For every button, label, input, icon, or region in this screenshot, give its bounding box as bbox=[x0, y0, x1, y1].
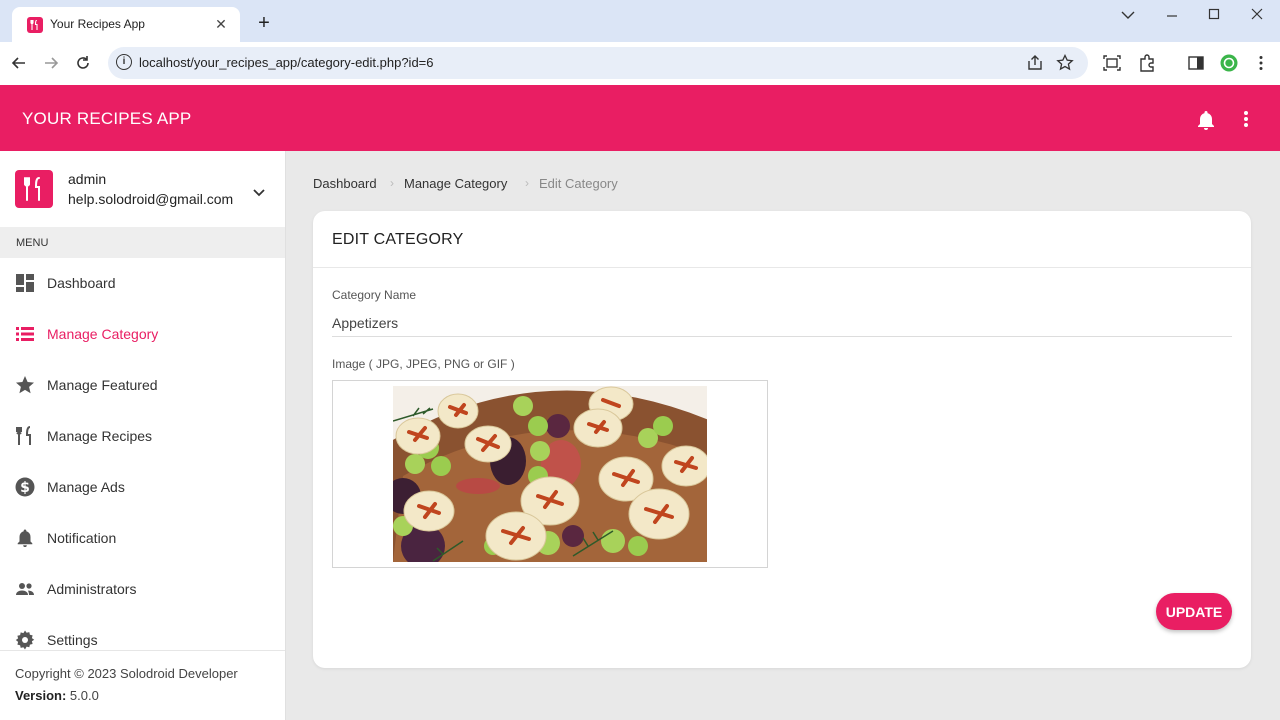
side-panel-icon[interactable] bbox=[1187, 54, 1205, 72]
sidebar-item-label: Manage Recipes bbox=[47, 428, 153, 444]
user-info: admin help.solodroid@gmail.com bbox=[0, 151, 285, 227]
back-arrow-icon[interactable] bbox=[8, 52, 30, 74]
bookmark-star-icon[interactable] bbox=[1056, 53, 1074, 72]
site-info-icon[interactable]: i bbox=[116, 54, 132, 70]
fork-knife-icon bbox=[15, 426, 35, 446]
sidebar-footer: Copyright © 2023 Solodroid Developer Ver… bbox=[0, 650, 285, 720]
sidebar-item-administrators[interactable]: Administrators bbox=[0, 564, 285, 615]
sidebar-item-manage-featured[interactable]: Manage Featured bbox=[0, 360, 285, 411]
sidebar-item-label: Settings bbox=[47, 632, 98, 648]
image-upload-field[interactable] bbox=[332, 380, 768, 568]
browser-tab[interactable]: Your Recipes App ✕ bbox=[12, 7, 240, 42]
sidebar-item-notification[interactable]: Notification bbox=[0, 513, 285, 564]
people-icon bbox=[15, 579, 35, 599]
update-button[interactable]: UPDATE bbox=[1156, 593, 1232, 630]
app-header: YOUR RECIPES APP bbox=[0, 85, 1280, 151]
app-favicon-icon bbox=[27, 17, 43, 33]
sidebar-item-label: Dashboard bbox=[47, 275, 116, 291]
bell-icon bbox=[15, 528, 35, 548]
avatar bbox=[15, 170, 53, 208]
chevron-down-icon[interactable] bbox=[252, 185, 266, 197]
share-icon[interactable] bbox=[1026, 54, 1044, 72]
sidebar-item-label: Manage Category bbox=[47, 326, 159, 342]
star-icon bbox=[15, 375, 35, 395]
address-url[interactable]: localhost/your_recipes_app/category-edit… bbox=[139, 55, 434, 70]
more-vertical-icon[interactable] bbox=[1238, 109, 1254, 129]
category-name-label: Category Name bbox=[332, 288, 417, 302]
sidebar-item-manage-ads[interactable]: $ Manage Ads bbox=[0, 462, 285, 513]
minimize-icon[interactable] bbox=[1160, 6, 1184, 24]
browser-tabstrip: Your Recipes App ✕ + bbox=[0, 0, 1280, 42]
browser-menu-icon[interactable] bbox=[1252, 54, 1270, 72]
sidebar-item-label: Manage Ads bbox=[47, 479, 125, 495]
version-value: 5.0.0 bbox=[69, 688, 99, 703]
reload-icon[interactable] bbox=[72, 52, 94, 74]
sidebar-item-label: Administrators bbox=[47, 581, 137, 597]
screenshot-icon[interactable] bbox=[1103, 54, 1121, 72]
category-name-input[interactable] bbox=[332, 309, 1232, 337]
svg-text:$: $ bbox=[20, 480, 30, 496]
sidebar-item-manage-category[interactable]: Manage Category bbox=[0, 309, 285, 360]
address-bar[interactable]: i localhost/your_recipes_app/category-ed… bbox=[108, 47, 1088, 79]
version-label: Version: bbox=[15, 688, 67, 703]
browser-toolbar: i localhost/your_recipes_app/category-ed… bbox=[0, 42, 1280, 85]
dollar-icon: $ bbox=[15, 477, 35, 497]
app-title[interactable]: YOUR RECIPES APP bbox=[22, 109, 191, 129]
sidebar-item-label: Notification bbox=[47, 530, 117, 546]
breadcrumb-edit-category: Edit Category bbox=[539, 176, 618, 191]
sidebar-item-manage-recipes[interactable]: Manage Recipes bbox=[0, 411, 285, 462]
category-image bbox=[393, 386, 707, 562]
tab-title: Your Recipes App bbox=[50, 17, 145, 31]
image-label: Image ( JPG, JPEG, PNG or GIF ) bbox=[332, 357, 515, 371]
menu-header: MENU bbox=[0, 227, 285, 258]
maximize-icon[interactable] bbox=[1202, 6, 1226, 24]
close-window-icon[interactable] bbox=[1245, 6, 1269, 24]
card-header: EDIT CATEGORY bbox=[313, 211, 1251, 268]
forward-arrow-icon[interactable] bbox=[40, 52, 62, 74]
dashboard-icon bbox=[15, 273, 35, 293]
extensions-icon[interactable] bbox=[1138, 54, 1156, 72]
user-name: admin bbox=[68, 171, 107, 187]
chevron-down-icon[interactable] bbox=[1116, 6, 1140, 24]
user-email: help.solodroid@gmail.com bbox=[68, 191, 234, 207]
sidebar: admin help.solodroid@gmail.com MENU Dash… bbox=[0, 151, 286, 720]
version-text: Version: 5.0.0 bbox=[15, 688, 99, 703]
menu-header-label: MENU bbox=[16, 237, 49, 249]
list-icon bbox=[15, 324, 35, 344]
notification-bell-icon[interactable] bbox=[1196, 109, 1216, 131]
profile-avatar-icon[interactable] bbox=[1220, 54, 1238, 72]
edit-category-card: EDIT CATEGORY Category Name Image ( JPG,… bbox=[313, 211, 1251, 668]
breadcrumb-dashboard[interactable]: Dashboard bbox=[313, 176, 377, 191]
breadcrumb-separator-icon: › bbox=[525, 176, 529, 190]
copyright-text: Copyright © 2023 Solodroid Developer bbox=[15, 666, 238, 681]
gear-icon bbox=[15, 630, 35, 650]
tab-close-icon[interactable]: ✕ bbox=[212, 15, 230, 33]
new-tab-button[interactable]: + bbox=[252, 12, 276, 36]
page-title: EDIT CATEGORY bbox=[332, 231, 464, 248]
sidebar-item-dashboard[interactable]: Dashboard bbox=[0, 258, 285, 309]
sidebar-item-label: Manage Featured bbox=[47, 377, 158, 393]
breadcrumb-separator-icon: › bbox=[390, 176, 394, 190]
breadcrumb-manage-category[interactable]: Manage Category bbox=[404, 176, 507, 191]
